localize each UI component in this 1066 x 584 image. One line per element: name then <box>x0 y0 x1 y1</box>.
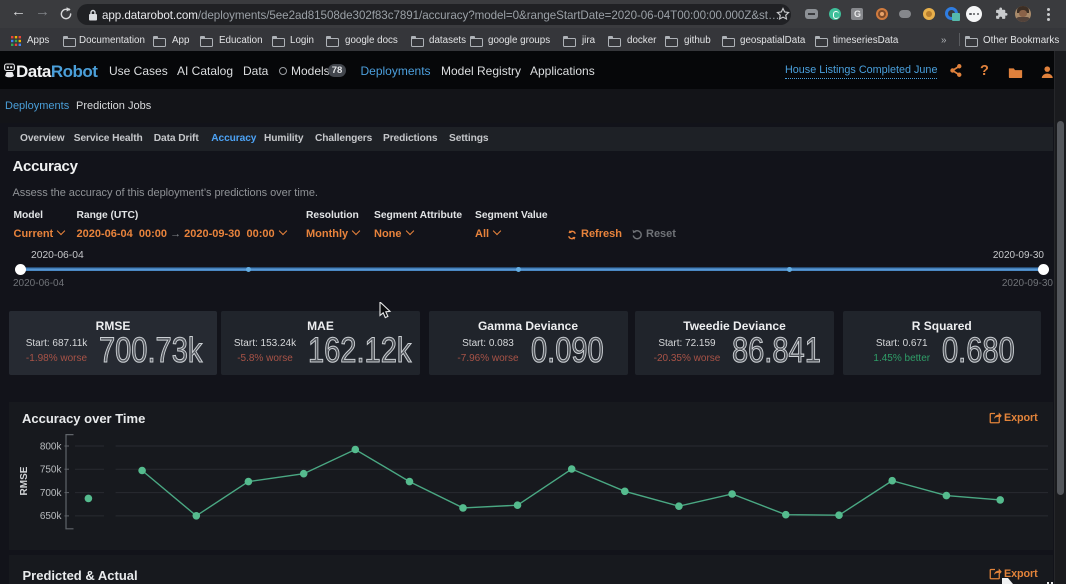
svg-text:800k: 800k <box>40 441 63 452</box>
svg-text:700k: 700k <box>40 488 63 499</box>
svg-text:RMSE: RMSE <box>19 466 30 495</box>
svg-text:650k: 650k <box>40 511 63 522</box>
svg-text:750k: 750k <box>40 465 63 476</box>
